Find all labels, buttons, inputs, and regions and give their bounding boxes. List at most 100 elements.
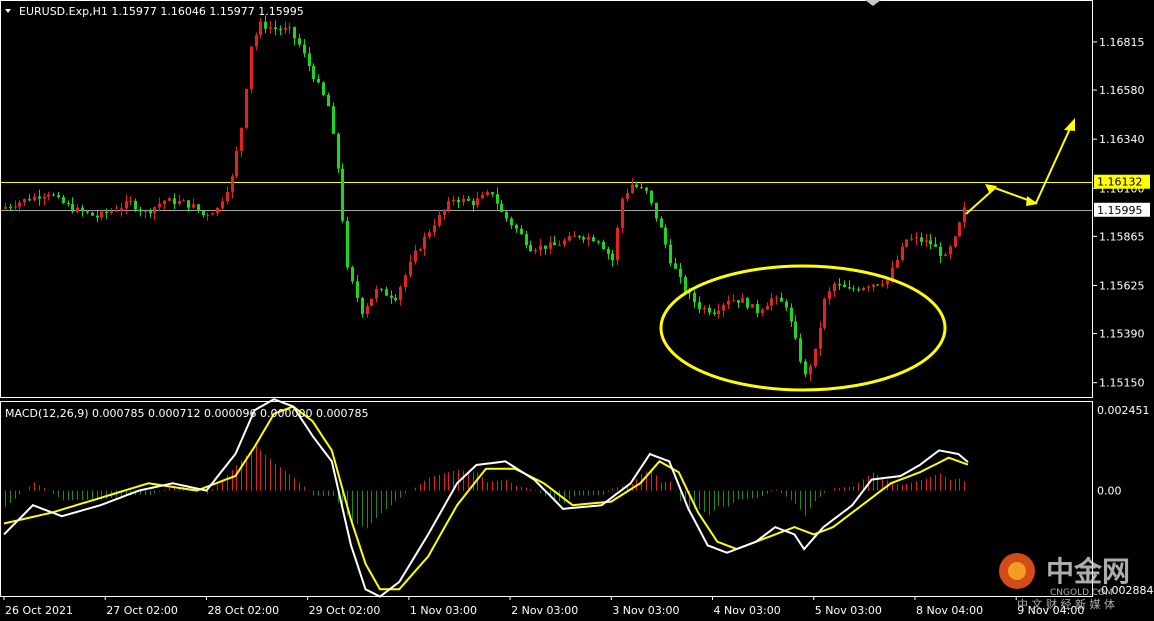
- candle-body: [799, 338, 802, 362]
- candle-body: [544, 245, 547, 249]
- candle-body: [582, 237, 585, 240]
- candle-body: [592, 237, 595, 242]
- candle-body: [38, 196, 41, 199]
- time-tick-label: 27 Oct 02:00: [106, 604, 178, 617]
- candle-body: [568, 236, 571, 241]
- candle-body: [510, 218, 513, 226]
- candle: [337, 132, 340, 174]
- candle-body: [341, 168, 344, 221]
- candle-body: [202, 210, 205, 215]
- candle-body: [467, 198, 470, 201]
- candle-body: [240, 127, 243, 151]
- candle-body: [819, 327, 822, 349]
- candle-body: [785, 301, 788, 308]
- candle-body: [62, 197, 65, 203]
- candle-body: [655, 202, 658, 219]
- candle-body: [708, 307, 711, 313]
- candle: [616, 225, 619, 266]
- candle-body: [886, 280, 889, 285]
- candle-body: [809, 366, 812, 375]
- candle-body: [105, 211, 108, 213]
- candle-body: [187, 200, 190, 208]
- candle-body: [645, 187, 648, 191]
- candle-body: [447, 201, 450, 211]
- candle-body: [178, 200, 181, 205]
- candle: [346, 216, 349, 271]
- candle-body: [698, 302, 701, 310]
- candle-body: [794, 321, 797, 339]
- candle: [235, 146, 238, 179]
- candle-body: [626, 193, 629, 199]
- candle-body: [949, 246, 952, 255]
- candle-body: [361, 298, 364, 315]
- price-tick-label: 1.15625: [1099, 279, 1145, 292]
- candle-body: [693, 293, 696, 303]
- time-tick-label: 3 Nov 03:00: [612, 604, 679, 617]
- candle-body: [737, 300, 740, 303]
- candle-body: [423, 236, 426, 250]
- candle-body: [192, 204, 195, 208]
- candle-body: [722, 304, 725, 311]
- candle-body: [790, 307, 793, 322]
- candle-body: [958, 222, 961, 237]
- candle-body: [573, 236, 576, 238]
- candle-body: [385, 289, 388, 296]
- candle-body: [867, 286, 870, 288]
- symbol-title: EURUSD.Exp,H1 1.15977 1.16046 1.15977 1.…: [19, 5, 304, 18]
- candle-body: [197, 204, 200, 211]
- candle-body: [910, 238, 913, 240]
- candle-body: [76, 207, 79, 212]
- candle-body: [925, 240, 928, 242]
- candle-body: [370, 298, 373, 307]
- candle-body: [905, 239, 908, 247]
- candle-body: [713, 312, 716, 314]
- candle-body: [399, 287, 402, 301]
- candle-body: [549, 242, 552, 249]
- candle-body: [674, 263, 677, 269]
- candle-body: [505, 212, 508, 219]
- candle-body: [14, 206, 17, 208]
- candle-body: [607, 249, 610, 254]
- candle-body: [727, 300, 730, 305]
- candle-body: [33, 196, 36, 201]
- candle: [370, 298, 373, 307]
- candle-body: [356, 281, 359, 299]
- candle: [250, 46, 253, 94]
- candle: [322, 81, 325, 97]
- candle-body: [929, 240, 932, 245]
- candle-body: [144, 211, 147, 213]
- candle-body: [539, 245, 542, 251]
- candle-body: [896, 259, 899, 268]
- chart-background: [0, 0, 1154, 621]
- candle-body: [848, 287, 851, 289]
- time-tick-label: 5 Nov 03:00: [815, 604, 882, 617]
- candle-body: [86, 211, 89, 213]
- candle-body: [390, 295, 393, 298]
- candle-body: [322, 82, 325, 95]
- candle-body: [259, 21, 262, 36]
- candle-body: [250, 46, 253, 89]
- candle-body: [4, 207, 7, 209]
- candle-body: [881, 284, 884, 286]
- candle-body: [915, 237, 918, 239]
- candle-body: [520, 228, 523, 235]
- candle-body: [635, 184, 638, 187]
- candle-body: [139, 209, 142, 212]
- candle-body: [741, 298, 744, 303]
- candle-body: [308, 53, 311, 66]
- candle-body: [182, 200, 185, 202]
- candle-body: [525, 234, 528, 246]
- candle-body: [317, 78, 320, 83]
- macd-tick-label: 0.002451: [1097, 404, 1150, 417]
- candle-body: [351, 267, 354, 282]
- candle-body: [288, 27, 291, 29]
- candle-body: [934, 244, 937, 247]
- candle-body: [18, 202, 21, 207]
- time-tick-label: 1 Nov 03:00: [410, 604, 477, 617]
- candle-body: [862, 287, 865, 291]
- candle-body: [669, 244, 672, 264]
- candle-body: [134, 200, 137, 210]
- candle-body: [245, 88, 248, 128]
- candle-body: [939, 246, 942, 256]
- candle-body: [231, 176, 234, 192]
